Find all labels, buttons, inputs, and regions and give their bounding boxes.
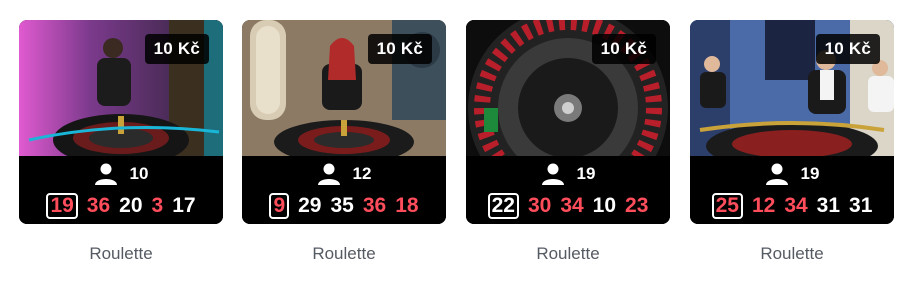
bet-limit-badge: 10 Kč bbox=[367, 34, 432, 64]
game-thumbnail[interactable]: 10 Kč 19 22 30 34 10 23 bbox=[466, 20, 670, 224]
result-number: 18 bbox=[395, 194, 419, 217]
result-number: 34 bbox=[560, 194, 584, 217]
game-title[interactable]: Roulette bbox=[242, 244, 446, 264]
player-count-value: 19 bbox=[576, 164, 596, 183]
roulette-grid: 10 Kč 10 19 36 20 3 17 Roulette 10 Kč 12… bbox=[0, 0, 908, 294]
player-count-value: 19 bbox=[800, 164, 820, 183]
bet-limit-badge: 10 Kč bbox=[591, 34, 656, 64]
result-number: 31 bbox=[849, 194, 873, 217]
result-number: 30 bbox=[527, 194, 552, 217]
game-tile-roulette-2[interactable]: 10 Kč 12 9 29 35 36 18 Roulette bbox=[242, 20, 446, 263]
bet-limit-badge: 10 Kč bbox=[144, 34, 209, 64]
game-tile-roulette-1[interactable]: 10 Kč 10 19 36 20 3 17 Roulette bbox=[19, 20, 223, 263]
latest-result-number: 9 bbox=[269, 193, 290, 219]
player-count: 19 bbox=[466, 162, 670, 186]
game-info-bar: 10 19 36 20 3 17 bbox=[19, 156, 223, 224]
result-number: 23 bbox=[625, 194, 649, 217]
game-thumbnail[interactable]: 10 Kč 12 9 29 35 36 18 bbox=[242, 20, 446, 224]
result-number: 12 bbox=[751, 194, 776, 217]
player-count-value: 10 bbox=[129, 164, 149, 183]
game-title[interactable]: Roulette bbox=[19, 244, 223, 264]
recent-results: 19 36 20 3 17 bbox=[19, 193, 223, 219]
result-number: 20 bbox=[119, 194, 143, 217]
game-info-bar: 19 22 30 34 10 23 bbox=[466, 156, 670, 224]
user-icon bbox=[317, 163, 340, 185]
latest-result-number: 19 bbox=[46, 193, 78, 219]
game-thumbnail[interactable]: 10 Kč 19 25 12 34 31 31 bbox=[690, 20, 894, 224]
game-info-bar: 19 25 12 34 31 31 bbox=[690, 156, 894, 224]
recent-results: 22 30 34 10 23 bbox=[466, 193, 670, 219]
game-thumbnail[interactable]: 10 Kč 10 19 36 20 3 17 bbox=[19, 20, 223, 224]
result-number: 34 bbox=[784, 194, 808, 217]
player-count-value: 12 bbox=[352, 164, 372, 183]
result-number: 36 bbox=[362, 194, 387, 217]
result-number: 3 bbox=[151, 194, 164, 217]
game-title[interactable]: Roulette bbox=[690, 244, 894, 264]
result-number: 17 bbox=[172, 194, 196, 217]
latest-result-number: 22 bbox=[487, 193, 519, 219]
result-number: 36 bbox=[86, 194, 111, 217]
latest-result-number: 25 bbox=[711, 193, 743, 219]
bet-limit-badge: 10 Kč bbox=[815, 34, 880, 64]
game-tile-roulette-3[interactable]: 10 Kč 19 22 30 34 10 23 Roulette bbox=[466, 20, 670, 263]
game-title[interactable]: Roulette bbox=[466, 244, 670, 264]
result-number: 29 bbox=[298, 194, 322, 217]
user-icon bbox=[94, 163, 117, 185]
player-count: 19 bbox=[690, 162, 894, 186]
user-icon bbox=[541, 163, 564, 185]
user-icon bbox=[765, 163, 788, 185]
game-info-bar: 12 9 29 35 36 18 bbox=[242, 156, 446, 224]
recent-results: 25 12 34 31 31 bbox=[690, 193, 894, 219]
recent-results: 9 29 35 36 18 bbox=[242, 193, 446, 219]
player-count: 10 bbox=[19, 162, 223, 186]
player-count: 12 bbox=[242, 162, 446, 186]
result-number: 35 bbox=[330, 194, 354, 217]
result-number: 31 bbox=[816, 194, 841, 217]
result-number: 10 bbox=[592, 194, 617, 217]
game-tile-roulette-4[interactable]: 10 Kč 19 25 12 34 31 31 Roulette bbox=[690, 20, 894, 263]
